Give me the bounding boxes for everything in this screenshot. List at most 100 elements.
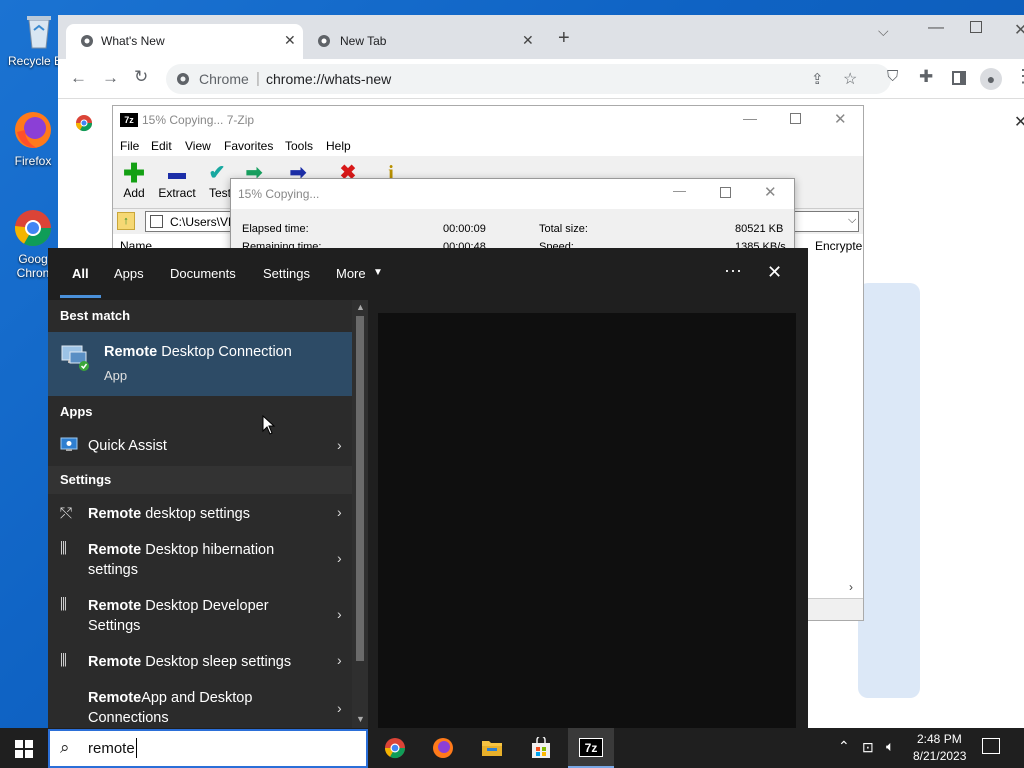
result-label-line2: Settings — [88, 618, 141, 634]
tab-more[interactable]: More — [336, 266, 366, 281]
omnibox-site-label: Chrome — [199, 71, 249, 87]
menu-favorites[interactable]: Favorites — [224, 139, 273, 153]
more-options-icon[interactable]: ··· — [724, 260, 742, 281]
menu-view[interactable]: View — [185, 139, 211, 153]
desktop-icon-label: Firefox — [14, 154, 52, 168]
notification-center-icon[interactable] — [982, 738, 1000, 754]
menu-kebab-icon[interactable]: ⋮ — [1014, 66, 1024, 87]
share-icon[interactable]: ⇪ — [811, 70, 824, 88]
result-remoteapp-connections[interactable]: RemoteApp and Desktop Connections › — [48, 682, 352, 728]
chevron-right-icon[interactable]: › — [337, 606, 342, 622]
taskbar-chrome[interactable] — [372, 728, 418, 768]
up-folder-icon[interactable]: ↑ — [117, 212, 135, 230]
active-tab-indicator — [60, 295, 101, 298]
result-label: Remote Desktop sleep settings — [88, 652, 291, 672]
tab-new-tab[interactable]: New Tab ✕ — [305, 24, 542, 59]
volume-icon[interactable]: 🔈︎ — [886, 738, 894, 755]
windows-start-icon[interactable] — [15, 740, 33, 758]
close-window-icon[interactable]: ✕ — [764, 183, 777, 201]
clock-time[interactable]: 2:48 PM — [917, 732, 962, 746]
back-arrow-icon[interactable]: ← — [70, 68, 87, 88]
result-quick-assist[interactable]: Quick Assist › — [48, 428, 352, 464]
clock-date[interactable]: 8/21/2023 — [913, 749, 966, 763]
taskbar-7zip[interactable]: 7z — [568, 728, 614, 768]
result-remote-desktop-settings[interactable]: ⤲ Remote desktop settings › — [48, 498, 352, 532]
tab-search-chevron-icon[interactable]: ⌵ — [878, 23, 889, 40]
result-remote-desktop-hibernation[interactable]: ⫼ Remote Desktop hibernation settings › — [48, 534, 352, 588]
tab-settings[interactable]: Settings — [263, 266, 310, 281]
taskbar-file-explorer[interactable] — [469, 728, 515, 768]
menu-tools[interactable]: Tools — [285, 139, 313, 153]
more-caret-icon: ▼ — [373, 267, 383, 278]
tab-documents[interactable]: Documents — [170, 266, 236, 281]
settings-slider-icon: ⫼ — [60, 652, 67, 669]
text-caret — [136, 738, 137, 758]
result-remote-desktop-sleep[interactable]: ⫼ Remote Desktop sleep settings › — [48, 646, 352, 680]
start-search-panel: All Apps Documents Settings More ▼ ··· ✕… — [48, 248, 808, 728]
side-panel-icon[interactable] — [952, 71, 966, 85]
store-bag-icon — [532, 737, 550, 758]
chevron-right-icon[interactable]: › — [337, 437, 342, 453]
menu-edit[interactable]: Edit — [151, 139, 172, 153]
chrome-favicon-icon — [318, 35, 330, 47]
new-tab-plus-icon[interactable]: + — [558, 27, 570, 50]
tab-close-icon[interactable]: ✕ — [522, 32, 534, 49]
chevron-right-icon[interactable]: › — [337, 652, 342, 668]
minimize-icon[interactable]: — — [743, 110, 757, 126]
forward-arrow-icon[interactable]: → — [102, 68, 119, 88]
desktop-icon-firefox[interactable]: Firefox — [8, 108, 58, 168]
extract-minus-icon — [153, 162, 201, 184]
7zip-titlebar: 7z 15% Copying... 7-Zip — ✕ — [113, 106, 863, 136]
result-label: Quick Assist — [88, 438, 167, 454]
taskbar-store[interactable] — [518, 728, 564, 768]
folder-icon — [482, 741, 502, 756]
page-illustration — [858, 283, 920, 698]
chevron-right-icon[interactable]: › — [337, 700, 342, 716]
close-search-icon[interactable]: ✕ — [767, 262, 782, 283]
scrollbar-thumb[interactable] — [356, 316, 364, 661]
maximize-icon[interactable] — [970, 21, 982, 33]
tab-close-icon[interactable]: ✕ — [284, 32, 296, 49]
recycle-bin-icon — [17, 8, 61, 52]
mouse-cursor-icon — [262, 415, 276, 435]
extensions-puzzle-icon[interactable]: ✚ — [919, 67, 933, 87]
menu-file[interactable]: File — [120, 139, 139, 153]
tab-apps[interactable]: Apps — [114, 266, 144, 281]
taskbar-search-box[interactable]: ⌕ remote — [48, 729, 368, 768]
scroll-right-icon[interactable]: › — [849, 580, 853, 594]
search-results-list: Best match Remote Desktop Connection App… — [48, 300, 352, 728]
profile-avatar-icon[interactable]: ● — [980, 68, 1002, 90]
tab-all[interactable]: All — [72, 266, 89, 281]
scroll-down-icon[interactable]: ▼ — [356, 714, 365, 724]
taskbar-firefox[interactable] — [420, 728, 466, 768]
scroll-up-icon[interactable]: ▲ — [356, 302, 365, 312]
close-window-icon[interactable]: ✕ — [1014, 20, 1024, 40]
bookmark-star-icon[interactable]: ☆ — [843, 69, 857, 89]
network-icon[interactable]: ⊡ — [862, 739, 874, 756]
add-button[interactable]: ✚ Add — [110, 160, 158, 200]
path-dropdown-icon[interactable]: ⌵ — [848, 214, 856, 227]
tray-chevron-up-icon[interactable]: ⌃ — [838, 738, 850, 755]
maximize-icon[interactable] — [790, 113, 801, 124]
chevron-right-icon[interactable]: › — [337, 504, 342, 520]
result-remote-desktop-developer[interactable]: ⫼ Remote Desktop Developer Settings › — [48, 590, 352, 644]
close-window-icon[interactable]: ✕ — [834, 110, 847, 128]
menu-help[interactable]: Help — [326, 139, 351, 153]
chevron-right-icon[interactable]: › — [337, 550, 342, 566]
ublock-shield-icon[interactable]: ⛉ — [887, 68, 898, 85]
tab-whats-new[interactable]: What's New ✕ — [66, 24, 303, 59]
minimize-icon[interactable]: — — [928, 19, 944, 37]
column-encrypted[interactable]: Encrypte — [815, 239, 862, 253]
best-match-remote-desktop-connection[interactable]: Remote Desktop Connection App — [48, 332, 352, 396]
reload-icon[interactable]: ↻ — [134, 67, 148, 87]
omnibox[interactable]: Chrome | chrome://whats-new ⇪ ☆ — [166, 64, 891, 94]
page-close-icon[interactable]: ✕ — [1014, 112, 1024, 132]
chrome-icon — [384, 738, 406, 759]
maximize-icon[interactable] — [720, 187, 731, 198]
match-bold: Remote — [88, 690, 142, 706]
results-scrollbar[interactable]: ▲ ▼ — [352, 300, 368, 728]
minimize-icon[interactable]: — — [673, 183, 686, 198]
result-label-line2: settings — [88, 562, 138, 578]
extract-button[interactable]: Extract — [153, 162, 201, 200]
match-rest: Desktop Connection — [157, 344, 292, 360]
